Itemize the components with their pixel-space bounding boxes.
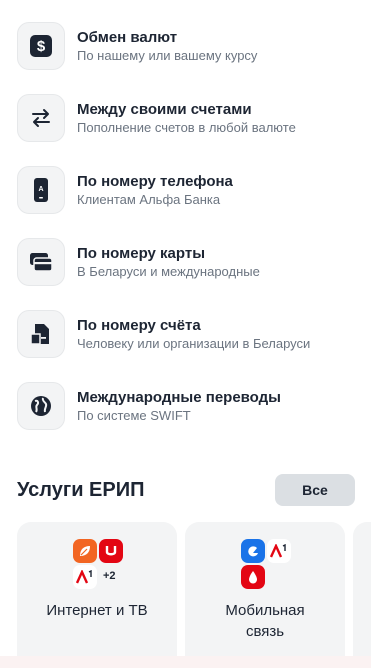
row-subtitle: По нашему или вашему курсу: [77, 47, 258, 63]
all-services-button[interactable]: Все: [275, 474, 355, 506]
row-title: По номеру карты: [77, 244, 206, 262]
bottom-edge: [0, 656, 371, 668]
erip-header: Услуги ЕРИП Все: [17, 474, 355, 506]
row-title: По номеру телефона: [77, 172, 233, 190]
blue-life-logo: [241, 539, 265, 563]
svg-text:A: A: [38, 186, 43, 193]
transfer-currency-exchange[interactable]: $ Обмен валют По нашему или вашему курсу: [17, 21, 357, 71]
transfer-own-accounts[interactable]: Между своими счетами Пополнение счетов в…: [17, 93, 357, 143]
transfer-by-card[interactable]: По номеру карты В Беларуси и международн…: [17, 237, 357, 287]
row-subtitle: В Беларуси и международные: [77, 263, 260, 279]
row-subtitle: По системе SWIFT: [77, 407, 191, 423]
orange-leaf-logo: [73, 539, 97, 563]
more-providers-count: +2: [103, 570, 116, 582]
row-title: Международные переводы: [77, 388, 281, 406]
document-icon: [17, 310, 65, 358]
transfers-screen: $ Обмен валют По нашему или вашему курсу…: [0, 0, 371, 668]
red-u-logo: [99, 539, 123, 563]
section-title: Услуги ЕРИП: [17, 479, 145, 501]
card-label-line1: Мобильная: [225, 602, 305, 619]
row-title: Обмен валют: [77, 28, 178, 46]
erip-card-next[interactable]: [353, 522, 371, 668]
row-subtitle: Клиентам Альфа Банка: [77, 191, 221, 207]
erip-cards: +2 Интернет и ТВ Мобильная связь: [17, 522, 371, 668]
a1-logo: [73, 565, 97, 589]
red-mts-logo: [241, 565, 265, 589]
erip-card-internet-tv[interactable]: +2 Интернет и ТВ: [17, 522, 177, 668]
row-subtitle: Пополнение счетов в любой валюте: [77, 119, 296, 135]
row-subtitle: Человеку или организации в Беларуси: [77, 335, 311, 351]
a1-logo: [267, 539, 291, 563]
card-label-line2: связь: [245, 623, 285, 640]
transfer-by-phone[interactable]: A По номеру телефона Клиентам Альфа Банк…: [17, 165, 357, 215]
erip-card-mobile[interactable]: Мобильная связь: [185, 522, 345, 668]
transfer-international[interactable]: Международные переводы По системе SWIFT: [17, 381, 357, 431]
swap-arrows-icon: [17, 94, 65, 142]
row-title: По номеру счёта: [77, 316, 201, 334]
globe-icon: [17, 382, 65, 430]
row-title: Между своими счетами: [77, 100, 252, 118]
svg-text:$: $: [37, 38, 46, 55]
dollar-icon: $: [17, 22, 65, 70]
card-label: Интернет и ТВ: [46, 602, 148, 619]
card-icon: [17, 238, 65, 286]
phone-icon: A: [17, 166, 65, 214]
transfer-by-account[interactable]: По номеру счёта Человеку или организации…: [17, 309, 357, 359]
